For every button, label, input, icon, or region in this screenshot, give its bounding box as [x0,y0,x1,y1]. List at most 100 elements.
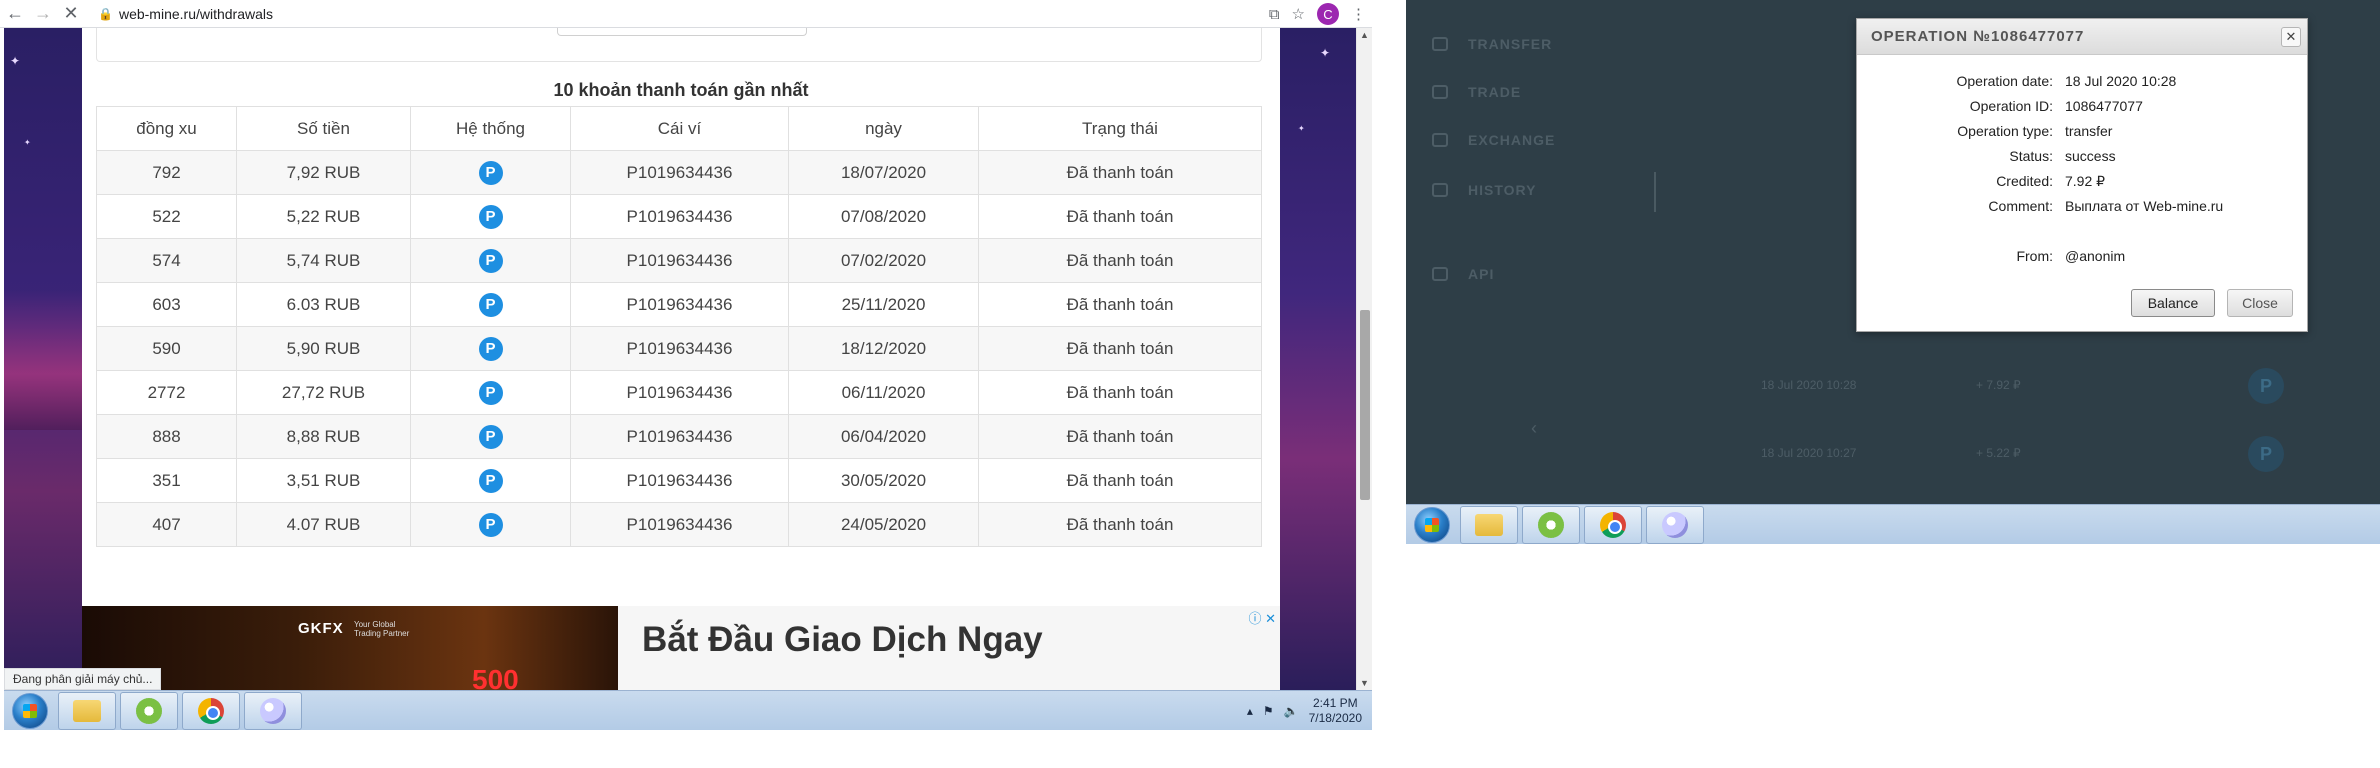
payeer-icon: P [478,380,503,405]
payeer-icon: P [478,512,503,537]
translate-icon[interactable]: ⧉ [1269,6,1280,23]
cell-system: P [410,370,571,415]
tray-volume-icon[interactable]: 🔈 [1284,704,1299,718]
field-credited: Credited: 7.92 ₽ [1996,173,2106,189]
cell-date: 07/08/2020 [788,194,979,239]
ad-image[interactable]: GKFX Your Global Trading Partner 500 [82,606,618,690]
url-text[interactable]: web-mine.ru/withdrawals [119,6,273,22]
cell-amount: 6.03 RUB [236,282,411,327]
taskbar-chrome[interactable] [182,691,240,730]
dark-sidebar: TRANSFER TRADE EXCHANGE HISTORY API ‹ [1406,0,1656,504]
cell-wallet: P1019634436 [570,150,789,195]
taskbar-explorer[interactable] [58,691,116,730]
menu-kebab-icon[interactable]: ⋮ [1351,5,1366,23]
field-operation-type: Operation type: transfer [1957,123,2113,139]
status-bar: Đang phân giải máy chủ... [4,668,162,690]
balance-button[interactable]: Balance [2131,289,2215,317]
forward-icon[interactable]: → [30,1,56,27]
table-row: 590 5,90 RUB P P1019634436 18/12/2020 Đã… [96,326,1262,371]
col-wallet: Cái ví [570,106,789,151]
cell-wallet: P1019634436 [570,458,789,503]
browser-window: ← → ✕ 🔒 web-mine.ru/withdrawals ⧉ ☆ C ⋮ … [0,0,1372,730]
taskbar-paint[interactable] [1646,505,1704,544]
cell-amount: 27,72 RUB [236,370,411,415]
taskbar-explorer[interactable] [1460,505,1518,544]
cell-wallet: P1019634436 [570,238,789,283]
trade-icon [1432,85,1448,99]
col-amount: Số tiền [236,106,411,151]
scroll-down-icon[interactable]: ▼ [1360,678,1369,688]
table-row: 888 8,88 RUB P P1019634436 06/04/2020 Đã… [96,414,1262,459]
ad-headline[interactable]: Bắt Đầu Giao Dịch Ngay [642,620,1043,660]
payeer-coin-icon: P [2248,436,2284,472]
taskbar-green-app[interactable] [1522,505,1580,544]
modal-close-icon[interactable]: ✕ [2281,27,2301,47]
cell-status: Đã thanh toán [978,370,1262,415]
payeer-icon: P [478,204,503,229]
back-icon[interactable]: ← [2,1,28,27]
table-header-row: đồng xu Số tiền Hệ thống Cái ví ngày Trạ… [96,106,1262,151]
cell-coins: 603 [96,282,237,327]
field-operation-date: Operation date: 18 Jul 2020 10:28 [1956,73,2177,89]
scroll-thumb[interactable] [1360,310,1370,500]
star-icon[interactable]: ☆ [1292,5,1305,23]
tray-arrow-icon[interactable]: ▴ [1247,704,1253,718]
top-card [96,28,1262,62]
cell-system: P [410,282,571,327]
cell-coins: 888 [96,414,237,459]
col-coins: đồng xu [96,106,237,151]
clock[interactable]: 2:41 PM 7/18/2020 [1309,696,1362,726]
field-operation-id: Operation ID: 1086477077 [1969,98,2143,114]
profile-avatar[interactable]: C [1317,3,1339,25]
tray-flag-icon[interactable]: ⚑ [1263,704,1274,718]
stop-icon[interactable]: ✕ [58,1,84,27]
taskbar-chrome[interactable] [1584,505,1642,544]
chrome-icon [1600,511,1626,538]
top-card-button[interactable] [557,28,807,36]
cell-system: P [410,458,571,503]
cell-coins: 2772 [96,370,237,415]
table-row: 407 4.07 RUB P P1019634436 24/05/2020 Đã… [96,502,1262,547]
cell-amount: 5,74 RUB [236,238,411,283]
exchange-icon [1432,133,1448,147]
start-button-icon[interactable] [1414,506,1450,543]
cell-amount: 3,51 RUB [236,458,411,503]
payeer-icon: P [478,248,503,273]
background-left: ✦ ✦ [4,28,82,690]
start-button-icon[interactable] [12,692,48,729]
scroll-up-icon[interactable]: ▲ [1360,30,1369,40]
taskbar-green-app[interactable] [120,691,178,730]
folder-icon [73,699,101,722]
table-row: 574 5,74 RUB P P1019634436 07/02/2020 Đã… [96,238,1262,283]
table-row: 2772 27,72 RUB P P1019634436 06/11/2020 … [96,370,1262,415]
ad-banner[interactable]: GKFX Your Global Trading Partner 500 Bắt… [82,606,1280,690]
lock-icon: 🔒 [98,6,113,21]
payeer-icon: P [478,424,503,449]
cell-status: Đã thanh toán [978,282,1262,327]
chevron-left-icon[interactable]: ‹ [1531,418,1537,439]
page-scrollbar[interactable]: ▲ ▼ [1356,28,1372,690]
cell-system: P [410,194,571,239]
menu-history[interactable]: HISTORY [1432,182,1536,198]
green-app-icon [136,697,162,724]
menu-api[interactable]: API [1432,266,1494,282]
history-row-date: 18 Jul 2020 10:28 [1761,378,1857,392]
cell-coins: 792 [96,150,237,195]
ad-info-icon[interactable]: ⓘ ✕ [1248,608,1276,627]
cell-coins: 522 [96,194,237,239]
screen: ← → ✕ 🔒 web-mine.ru/withdrawals ⧉ ☆ C ⋮ … [0,0,2380,768]
cell-coins: 574 [96,238,237,283]
cell-status: Đã thanh toán [978,502,1262,547]
taskbar-paint[interactable] [244,691,302,730]
cell-status: Đã thanh toán [978,194,1262,239]
cell-amount: 5,22 RUB [236,194,411,239]
menu-transfer[interactable]: TRANSFER [1432,36,1552,52]
paint-icon [1662,511,1688,538]
cell-system: P [410,238,571,283]
menu-trade[interactable]: TRADE [1432,84,1521,100]
history-row-value: + 7.92 ₽ [1976,378,2021,392]
clock-date: 7/18/2020 [1308,711,1362,725]
withdrawals-panel: 10 khoản thanh toán gần nhất đồng xu Số … [82,28,1280,690]
close-button[interactable]: Close [2227,289,2293,317]
menu-exchange[interactable]: EXCHANGE [1432,132,1555,148]
